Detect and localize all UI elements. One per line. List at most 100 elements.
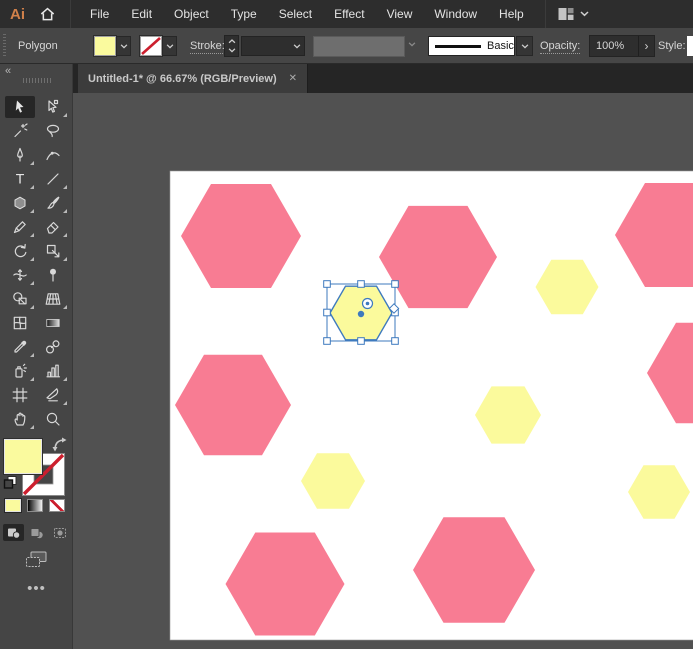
fill-color-swatch[interactable]	[94, 36, 116, 56]
none-button[interactable]	[49, 499, 65, 512]
perspective-grid-icon	[45, 291, 61, 307]
mesh-icon	[12, 315, 28, 331]
tool-symbol-sprayer[interactable]	[5, 360, 35, 382]
tool-type[interactable]: T	[5, 168, 35, 190]
tool-lasso[interactable]	[38, 120, 68, 142]
brush-dropdown-button[interactable]	[516, 36, 533, 56]
fill-dropdown-button[interactable]	[116, 36, 131, 56]
tool-pencil[interactable]	[5, 216, 35, 238]
symbol-sprayer-icon	[12, 363, 28, 379]
brush-definition-select[interactable]: Basic	[428, 36, 515, 56]
artboard-icon	[12, 387, 28, 403]
tool-shape-builder[interactable]	[5, 288, 35, 310]
eyedropper-icon	[12, 339, 28, 355]
tool-blend[interactable]	[38, 336, 68, 358]
tool-mesh[interactable]	[5, 312, 35, 334]
tool-width[interactable]	[5, 264, 35, 286]
toolbar-grip[interactable]	[23, 78, 51, 83]
selection-handle[interactable]	[358, 338, 365, 345]
direct-selection-icon	[45, 99, 61, 115]
tool-scale[interactable]	[38, 240, 68, 262]
draw-normal-button[interactable]	[3, 524, 24, 541]
type-icon: T	[12, 171, 28, 187]
draw-behind-button[interactable]	[26, 524, 47, 541]
blend-icon	[45, 339, 61, 355]
stroke-weight-select[interactable]	[241, 36, 305, 56]
chevron-down-icon	[580, 11, 589, 17]
menu-help[interactable]: Help	[488, 0, 535, 28]
tool-perspective-grid[interactable]	[38, 288, 68, 310]
menu-list: FileEditObjectTypeSelectEffectViewWindow…	[70, 0, 535, 28]
color-button[interactable]	[5, 499, 21, 512]
chevron-down-icon	[293, 44, 301, 49]
menu-effect[interactable]: Effect	[323, 0, 375, 28]
tool-artboard[interactable]	[5, 384, 35, 406]
menu-file[interactable]: File	[79, 0, 120, 28]
stroke-weight-stepper[interactable]	[224, 35, 239, 57]
paint-type-row	[5, 499, 65, 512]
workspace-switcher[interactable]	[545, 0, 589, 28]
collapse-panel-button[interactable]: «	[5, 65, 12, 77]
style-field[interactable]	[687, 36, 693, 56]
document-tab[interactable]: Untitled-1* @ 66.67% (RGB/Preview) ✕	[78, 64, 308, 93]
tool-curvature[interactable]	[38, 144, 68, 166]
selection-handle[interactable]	[358, 281, 365, 288]
selection-handle[interactable]	[324, 338, 331, 345]
edit-toolbar-button[interactable]: •••	[0, 580, 73, 597]
tool-magic-wand[interactable]	[5, 120, 35, 142]
tool-paintbrush[interactable]	[38, 192, 68, 214]
panel-grip[interactable]	[3, 34, 6, 58]
menu-view[interactable]: View	[376, 0, 424, 28]
illustrator-logo[interactable]: Ai	[10, 6, 25, 23]
close-tab-icon[interactable]: ✕	[289, 73, 297, 84]
stroke-weight-label[interactable]: Stroke:	[190, 39, 225, 54]
draw-inside-button[interactable]	[49, 524, 70, 541]
opacity-expand-icon[interactable]: ›	[638, 36, 654, 56]
tool-gradient[interactable]	[38, 312, 68, 334]
tool-column-graph[interactable]	[38, 360, 68, 382]
gradient-icon	[45, 315, 61, 331]
tool-line-segment[interactable]	[38, 168, 68, 190]
document-tab-bar: Untitled-1* @ 66.67% (RGB/Preview) ✕	[73, 64, 693, 93]
chevron-down-icon	[166, 44, 174, 49]
menu-edit[interactable]: Edit	[120, 0, 163, 28]
tool-hand[interactable]	[5, 408, 35, 430]
column-graph-icon	[45, 363, 61, 379]
home-icon[interactable]	[39, 6, 56, 22]
workspace-grid-icon	[558, 7, 574, 21]
selection-handle[interactable]	[324, 281, 331, 288]
selection-handle[interactable]	[392, 338, 399, 345]
center-point-widget[interactable]	[358, 311, 364, 317]
tool-eraser[interactable]	[38, 216, 68, 238]
tool-zoom[interactable]	[38, 408, 68, 430]
menu-window[interactable]: Window	[423, 0, 488, 28]
tool-pen[interactable]	[5, 144, 35, 166]
opacity-field[interactable]: 100% ›	[589, 35, 655, 57]
selection-handle[interactable]	[392, 281, 399, 288]
stroke-dropdown-button[interactable]	[162, 36, 177, 56]
fill-stroke-proxy	[0, 437, 73, 497]
stroke-color-swatch[interactable]	[140, 36, 162, 56]
shape-builder-icon	[12, 291, 28, 307]
stepper-down-icon	[228, 48, 236, 53]
default-fill-stroke-icon[interactable]	[3, 475, 18, 490]
opacity-label[interactable]: Opacity:	[540, 39, 580, 54]
tool-rotate[interactable]	[5, 240, 35, 262]
screen-mode-button[interactable]	[25, 551, 48, 569]
draw-behind-icon	[30, 527, 44, 539]
tool-puppet-warp[interactable]	[38, 264, 68, 286]
menu-type[interactable]: Type	[220, 0, 268, 28]
tool-slice[interactable]	[38, 384, 68, 406]
gradient-button[interactable]	[27, 499, 43, 512]
scale-icon	[45, 243, 61, 259]
swap-fill-stroke-icon[interactable]	[52, 437, 69, 452]
tool-polygon[interactable]	[5, 192, 35, 214]
selection-handle[interactable]	[324, 309, 331, 316]
fill-proxy-swatch[interactable]	[4, 439, 42, 474]
tool-direct-selection[interactable]	[38, 96, 68, 118]
canvas-pasteboard[interactable]	[73, 93, 693, 649]
tool-selection[interactable]	[5, 96, 35, 118]
menu-object[interactable]: Object	[163, 0, 220, 28]
tool-eyedropper[interactable]	[5, 336, 35, 358]
menu-select[interactable]: Select	[268, 0, 323, 28]
